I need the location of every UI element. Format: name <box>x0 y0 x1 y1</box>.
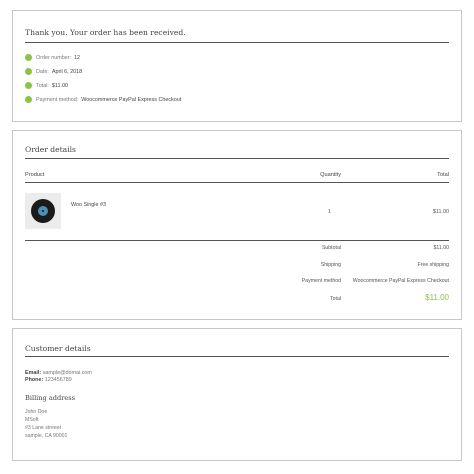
phone-label: Phone: <box>25 377 44 383</box>
subtotal-label: Subtotal <box>321 245 341 251</box>
grand-total-value: $11.00 <box>425 293 449 302</box>
quantity-column-header: Quantity <box>320 172 341 178</box>
address-line: MSoft <box>25 417 39 423</box>
payment-method-row: Payment method: Woocommerce PayPal Expre… <box>25 96 181 103</box>
phone-value: 123456789 <box>44 377 72 383</box>
payment-method-total-label: Payment method <box>301 278 341 284</box>
order-received-title: Thank you. Your order has been received. <box>25 28 186 37</box>
payment-method-label: Payment method: <box>36 96 79 103</box>
order-total-row: Total: $11.00 <box>25 82 68 89</box>
customer-details-title: Customer details <box>25 344 91 353</box>
customer-phone: Phone: 123456789 <box>25 377 72 383</box>
order-details-title: Order details <box>25 145 76 154</box>
divider <box>25 158 449 159</box>
order-number-value: 12 <box>74 54 81 61</box>
customer-email: Email: sample@domai.com <box>25 370 92 376</box>
total-column-header: Total <box>437 172 449 178</box>
order-total-value: $11.00 <box>51 82 68 89</box>
order-details-panel: Order details Product Quantity Total Woo… <box>12 130 462 320</box>
grand-total-label: Total <box>330 296 341 302</box>
payment-method-total-value: Woocommerce PayPal Express Checkout <box>352 278 449 284</box>
product-thumbnail[interactable] <box>25 193 61 229</box>
billing-address-title: Billing address <box>25 394 76 402</box>
green-bullet-icon <box>25 68 32 75</box>
shipping-label: Shipping <box>320 262 341 268</box>
order-number-row: Order number: 12 <box>25 54 80 61</box>
product-quantity: 1 <box>328 209 331 215</box>
email-value: sample@domai.com <box>42 370 92 376</box>
order-date-row: Date: April 6, 2018 <box>25 68 82 75</box>
order-received-panel: Thank you. Your order has been received.… <box>12 10 462 122</box>
email-label: Email: <box>25 370 42 376</box>
product-line-total: $11.00 <box>432 209 449 215</box>
shipping-value: Free shipping <box>417 262 449 268</box>
table-body-divider <box>25 240 449 241</box>
green-bullet-icon <box>25 54 32 61</box>
order-date-value: April 6, 2018 <box>51 68 83 75</box>
table-header-divider <box>25 182 449 183</box>
address-line: sample, CA 90001 <box>25 433 68 439</box>
payment-method-value: Woocommerce PayPal Express Checkout <box>81 96 182 103</box>
order-date-label: Date: <box>36 68 49 75</box>
divider <box>25 42 449 43</box>
green-bullet-icon <box>25 82 32 89</box>
product-name-link[interactable]: Woo Single #3 <box>71 202 106 208</box>
address-line: John Doe <box>25 409 48 415</box>
green-bullet-icon <box>25 96 32 103</box>
divider <box>25 356 449 357</box>
product-column-header: Product <box>25 172 45 178</box>
customer-details-panel: Customer details Email: sample@domai.com… <box>12 328 462 461</box>
vinyl-record-icon <box>31 199 55 223</box>
order-number-label: Order number: <box>36 54 72 61</box>
order-total-label: Total: <box>36 82 49 89</box>
address-line: #3 Lane streeet <box>25 425 62 431</box>
subtotal-value: $11.00 <box>433 245 449 251</box>
